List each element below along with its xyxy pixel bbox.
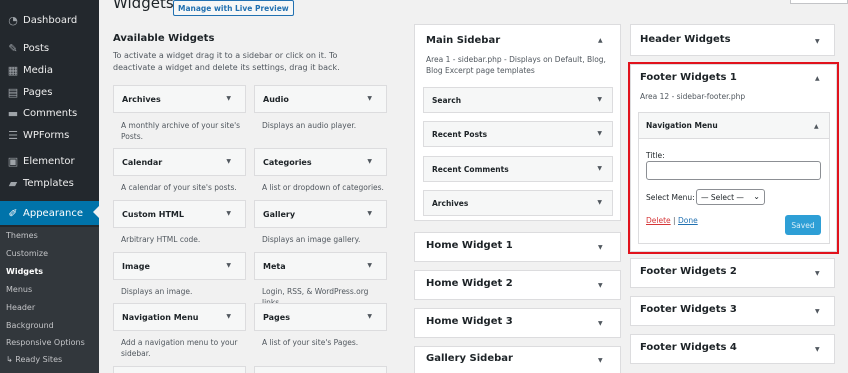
caret-down-icon: ▼	[598, 244, 603, 251]
caret-down-icon: ▼	[226, 95, 231, 102]
widget-archives[interactable]: Archives ▼	[113, 85, 246, 113]
widget-desc: A calendar of your site's posts.	[121, 183, 237, 192]
sidebar-widget-archives[interactable]: Archives ▼	[423, 190, 613, 216]
submenu-customize[interactable]: Customize	[6, 249, 48, 258]
caret-down-icon: ▼	[226, 210, 231, 217]
widget-partial[interactable]	[113, 366, 246, 373]
submenu-responsive-options[interactable]: Responsive Options	[6, 338, 85, 347]
submenu-header[interactable]: Header	[6, 303, 35, 312]
widget-desc: Displays an audio player.	[262, 121, 357, 130]
dashboard-icon: ◔	[8, 13, 18, 27]
media-icon: ▦	[7, 63, 19, 77]
widget-desc: A monthly archive of your site's Posts.	[121, 121, 241, 141]
home-widget-1-title: Home Widget 1	[426, 240, 513, 251]
highlight-outline	[628, 62, 839, 254]
widget-gallery[interactable]: Gallery ▼	[254, 200, 387, 228]
widget-desc: A list or dropdown of categories.	[262, 183, 384, 192]
home-widget-3-title: Home Widget 3	[426, 316, 513, 327]
footer-widgets-4-title: Footer Widgets 4	[640, 342, 737, 353]
widget-desc: Displays an image.	[121, 287, 193, 296]
menu-pages[interactable]: ▤ Pages	[0, 81, 99, 103]
submenu-ready-sites[interactable]: ↳ Ready Sites	[6, 355, 62, 364]
caret-down-icon: ▼	[597, 199, 602, 206]
widget-categories[interactable]: Categories ▼	[254, 148, 387, 176]
widget-desc: Displays an image gallery.	[262, 235, 361, 244]
menu-posts[interactable]: ✎ Posts	[0, 37, 99, 59]
main-sidebar-description: Area 1 - sidebar.php - Displays on Defau…	[426, 55, 606, 75]
caret-down-icon: ▼	[815, 346, 820, 353]
caret-down-icon: ▼	[815, 308, 820, 315]
gallery-sidebar-title: Gallery Sidebar	[426, 353, 513, 364]
widget-meta[interactable]: Meta ▼	[254, 252, 387, 280]
appearance-submenu: Themes Customize Widgets Menus Header Ba…	[0, 227, 99, 373]
forms-icon: ☰	[8, 128, 18, 142]
caret-down-icon: ▼	[367, 158, 372, 165]
widget-calendar[interactable]: Calendar ▼	[113, 148, 246, 176]
caret-down-icon: ▼	[226, 158, 231, 165]
caret-down-icon: ▼	[597, 165, 602, 172]
footer-widgets-3-title: Footer Widgets 3	[640, 304, 737, 315]
menu-elementor[interactable]: ▣ Elementor	[0, 150, 99, 172]
menu-wpforms[interactable]: ☰ WPForms	[0, 124, 99, 146]
screen-options-tab[interactable]	[790, 0, 848, 4]
widget-desc: Add a navigation menu to your sidebar.	[121, 338, 238, 358]
page-title: Widgets	[113, 0, 174, 12]
caret-down-icon: ▼	[815, 270, 820, 277]
widget-image[interactable]: Image ▼	[113, 252, 246, 280]
pages-icon: ▤	[7, 85, 19, 99]
available-widgets-description: To activate a widget drag it to a sideba…	[113, 51, 340, 72]
widget-desc: A list of your site's Pages.	[262, 338, 359, 347]
header-widgets-title: Header Widgets	[640, 34, 731, 45]
folder-icon: ▰	[8, 176, 18, 190]
caret-down-icon: ▼	[367, 262, 372, 269]
home-widget-2-title: Home Widget 2	[426, 278, 513, 289]
menu-media[interactable]: ▦ Media	[0, 59, 99, 81]
widget-navigation-menu[interactable]: Navigation Menu ▼	[113, 303, 246, 331]
menu-comments[interactable]: ▬ Comments	[0, 102, 99, 124]
caret-down-icon: ▼	[598, 320, 603, 327]
brush-icon: ✐	[8, 206, 18, 220]
comments-icon: ▬	[7, 106, 19, 120]
sidebar-widget-recent-comments[interactable]: Recent Comments ▼	[423, 156, 613, 182]
caret-down-icon: ▼	[367, 313, 372, 320]
footer-widgets-2-title: Footer Widgets 2	[640, 266, 737, 277]
caret-up-icon[interactable]: ▲	[598, 37, 603, 44]
submenu-themes[interactable]: Themes	[6, 231, 38, 240]
menu-appearance[interactable]: ✐ Appearance	[0, 201, 99, 225]
sidebar-widget-search[interactable]: Search ▼	[423, 87, 613, 113]
caret-down-icon: ▼	[815, 38, 820, 45]
caret-down-icon: ▼	[367, 95, 372, 102]
sidebar-widget-recent-posts[interactable]: Recent Posts ▼	[423, 121, 613, 147]
live-preview-button[interactable]: Manage with Live Preview	[173, 0, 294, 16]
caret-down-icon: ▼	[226, 313, 231, 320]
widget-audio[interactable]: Audio ▼	[254, 85, 387, 113]
widget-partial[interactable]	[254, 366, 387, 373]
elementor-icon: ▣	[7, 154, 19, 168]
caret-down-icon: ▼	[597, 130, 602, 137]
admin-sidebar: ◔ Dashboard ✎ Posts ▦ Media ▤ Pages ▬ Co…	[0, 0, 99, 373]
widget-desc: Arbitrary HTML code.	[121, 235, 201, 244]
submenu-widgets[interactable]: Widgets	[6, 267, 43, 276]
available-widgets-heading: Available Widgets	[113, 33, 215, 44]
pin-icon: ✎	[8, 41, 18, 55]
widget-custom-html[interactable]: Custom HTML ▼	[113, 200, 246, 228]
menu-templates[interactable]: ▰ Templates	[0, 172, 99, 194]
caret-down-icon: ▼	[598, 282, 603, 289]
submenu-background[interactable]: Background	[6, 321, 54, 330]
main-sidebar-title[interactable]: Main Sidebar	[426, 35, 500, 46]
widget-pages[interactable]: Pages ▼	[254, 303, 387, 331]
caret-down-icon: ▼	[226, 262, 231, 269]
caret-down-icon: ▼	[597, 96, 602, 103]
active-arrow	[93, 206, 99, 218]
caret-down-icon: ▼	[367, 210, 372, 217]
menu-dashboard[interactable]: ◔ Dashboard	[0, 9, 99, 31]
caret-down-icon: ▼	[598, 357, 603, 364]
submenu-menus[interactable]: Menus	[6, 285, 32, 294]
